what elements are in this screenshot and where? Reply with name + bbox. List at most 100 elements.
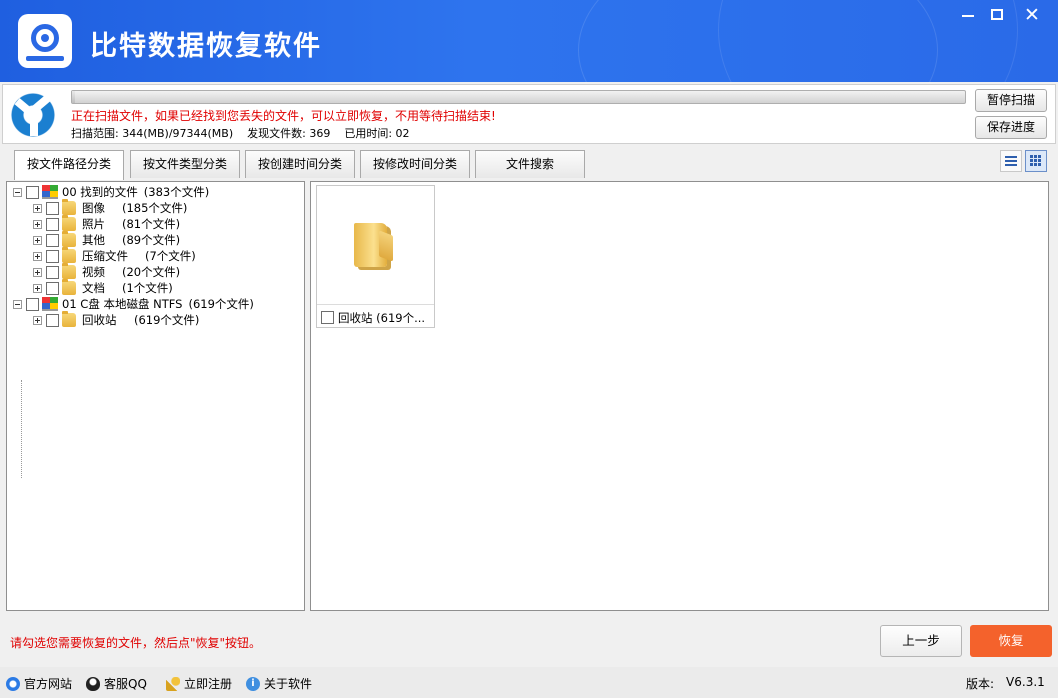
tree-node-label: 01 C盘 本地磁盘 NTFS	[62, 297, 183, 311]
official-site-link[interactable]: 官方网站	[6, 675, 72, 692]
close-icon: ✕	[1024, 4, 1040, 26]
list-view-button[interactable]	[1000, 150, 1022, 172]
tree-node-count: (383个文件)	[143, 185, 210, 199]
folder-tree-panel: 00 找到的文件 (383个文件) 图像 (185个文件) 照片 (81个文件)…	[6, 181, 305, 611]
tab-file-search[interactable]: 文件搜索	[475, 150, 585, 178]
scan-progress-fill	[72, 91, 76, 103]
register-link[interactable]: 立即注册	[166, 675, 232, 692]
tree-node-label: 压缩文件	[82, 249, 128, 263]
expand-icon[interactable]	[33, 203, 42, 213]
tree-checkbox[interactable]	[46, 201, 59, 215]
tree-node-videos[interactable]: 视频 (20个文件)	[33, 263, 181, 280]
tree-node-c-drive[interactable]: 01 C盘 本地磁盘 NTFS (619个文件)	[13, 296, 254, 312]
grid-view-button[interactable]	[1025, 150, 1047, 172]
list-view-icon	[1005, 156, 1017, 166]
scan-range: 扫描范围: 344(MB)/97344(MB)	[71, 127, 234, 140]
elapsed-time: 已用时间: 02	[344, 127, 410, 140]
scan-message: 正在扫描文件，如果已经找到您丢失的文件，可以立即恢复，不用等待扫描结束!	[71, 109, 496, 123]
scan-spinner-icon	[11, 93, 55, 137]
tree-node-label: 视频	[82, 265, 105, 279]
tree-node-archives[interactable]: 压缩文件 (7个文件)	[33, 247, 196, 264]
drive-icon	[42, 297, 58, 311]
scan-progress-bar	[71, 90, 966, 104]
expand-icon[interactable]	[33, 251, 42, 261]
files-found: 发现文件数: 369	[247, 127, 331, 140]
file-grid-panel: 回收站 (619个...	[310, 181, 1049, 611]
folder-icon	[62, 231, 76, 247]
drive-icon	[42, 185, 58, 199]
tab-by-path[interactable]: 按文件路径分类	[14, 150, 124, 180]
tree-node-other[interactable]: 其他 (89个文件)	[33, 231, 181, 248]
tree-checkbox[interactable]	[46, 265, 59, 279]
tab-by-type[interactable]: 按文件类型分类	[130, 150, 240, 178]
expand-icon[interactable]	[33, 267, 42, 277]
minimize-icon	[962, 15, 974, 17]
tree-node-count: (185个文件)	[122, 201, 188, 215]
expand-icon[interactable]	[33, 235, 42, 245]
version-info: 版本: V6.3.1	[966, 675, 1045, 692]
folder-icon	[62, 199, 76, 215]
expand-icon[interactable]	[33, 315, 42, 325]
tree-checkbox[interactable]	[26, 185, 39, 199]
folder-icon	[62, 247, 76, 263]
grid-view-icon	[1030, 155, 1042, 167]
version-value: V6.3.1	[1006, 675, 1045, 689]
tree-checkbox[interactable]	[26, 297, 39, 311]
footer-link-label: 关于软件	[264, 677, 313, 691]
expand-icon[interactable]	[33, 283, 42, 293]
info-icon: i	[246, 676, 260, 691]
title-bar: 比特数据恢复软件 ✕	[0, 0, 1058, 82]
tree-node-count: (619个文件)	[188, 297, 254, 311]
tree-node-label: 其他	[82, 233, 105, 247]
tree-node-images[interactable]: 图像 (185个文件)	[33, 199, 188, 216]
tree-checkbox[interactable]	[46, 217, 59, 231]
footer-link-label: 官方网站	[24, 677, 73, 691]
app-title: 比特数据恢复软件	[90, 31, 322, 62]
close-button[interactable]: ✕	[1018, 4, 1046, 26]
tree-node-label: 文档	[82, 281, 105, 295]
divider	[317, 304, 434, 305]
tree-node-count: (89个文件)	[122, 233, 181, 247]
tree-node-photos[interactable]: 照片 (81个文件)	[33, 215, 180, 232]
maximize-button[interactable]	[983, 4, 1011, 26]
tab-by-created-time[interactable]: 按创建时间分类	[245, 150, 355, 178]
key-icon	[166, 676, 180, 691]
collapse-icon[interactable]	[13, 299, 22, 309]
recovery-hint: 请勾选您需要恢复的文件，然后点"恢复"按钮。	[10, 636, 262, 650]
folder-icon	[62, 279, 76, 295]
tree-node-recycle-bin[interactable]: 回收站 (619个文件)	[33, 311, 200, 328]
file-item[interactable]: 回收站 (619个...	[316, 185, 435, 328]
footer-bar: 官方网站 客服QQ 立即注册 i 关于软件	[0, 667, 1058, 698]
tree-checkbox[interactable]	[46, 249, 59, 263]
folder-icon	[62, 311, 76, 327]
ie-icon	[6, 676, 20, 691]
save-progress-button[interactable]: 保存进度	[975, 116, 1047, 139]
qq-support-link[interactable]: 客服QQ	[86, 675, 147, 692]
tree-node-count: (619个文件)	[134, 313, 200, 327]
folder-icon	[354, 223, 387, 267]
file-item-label: 回收站 (619个...	[338, 311, 426, 325]
tab-by-modified-time[interactable]: 按修改时间分类	[360, 150, 470, 178]
tree-node-count: (20个文件)	[122, 265, 181, 279]
expand-icon[interactable]	[33, 219, 42, 229]
tree-node-label: 回收站	[82, 313, 117, 327]
tree-checkbox[interactable]	[46, 281, 59, 295]
tree-guide-line	[21, 380, 22, 478]
scan-stats: 扫描范围: 344(MB)/97344(MB) 发现文件数: 369 已用时间:…	[71, 125, 410, 141]
about-link[interactable]: i 关于软件	[246, 675, 312, 692]
pause-scan-button[interactable]: 暂停扫描	[975, 89, 1047, 112]
tree-node-found-files[interactable]: 00 找到的文件 (383个文件)	[13, 184, 209, 200]
back-button[interactable]: 上一步	[880, 625, 962, 657]
version-label: 版本:	[966, 677, 995, 691]
app-logo-icon	[18, 14, 72, 68]
tree-node-count: (1个文件)	[122, 281, 173, 295]
qq-icon	[86, 676, 100, 691]
tree-node-documents[interactable]: 文档 (1个文件)	[33, 279, 173, 296]
tree-node-label: 00 找到的文件	[62, 185, 138, 199]
tree-checkbox[interactable]	[46, 233, 59, 247]
collapse-icon[interactable]	[13, 187, 22, 197]
recover-button[interactable]: 恢复	[970, 625, 1052, 657]
tree-checkbox[interactable]	[46, 313, 59, 327]
file-checkbox[interactable]	[321, 311, 334, 324]
minimize-button[interactable]	[954, 4, 982, 26]
